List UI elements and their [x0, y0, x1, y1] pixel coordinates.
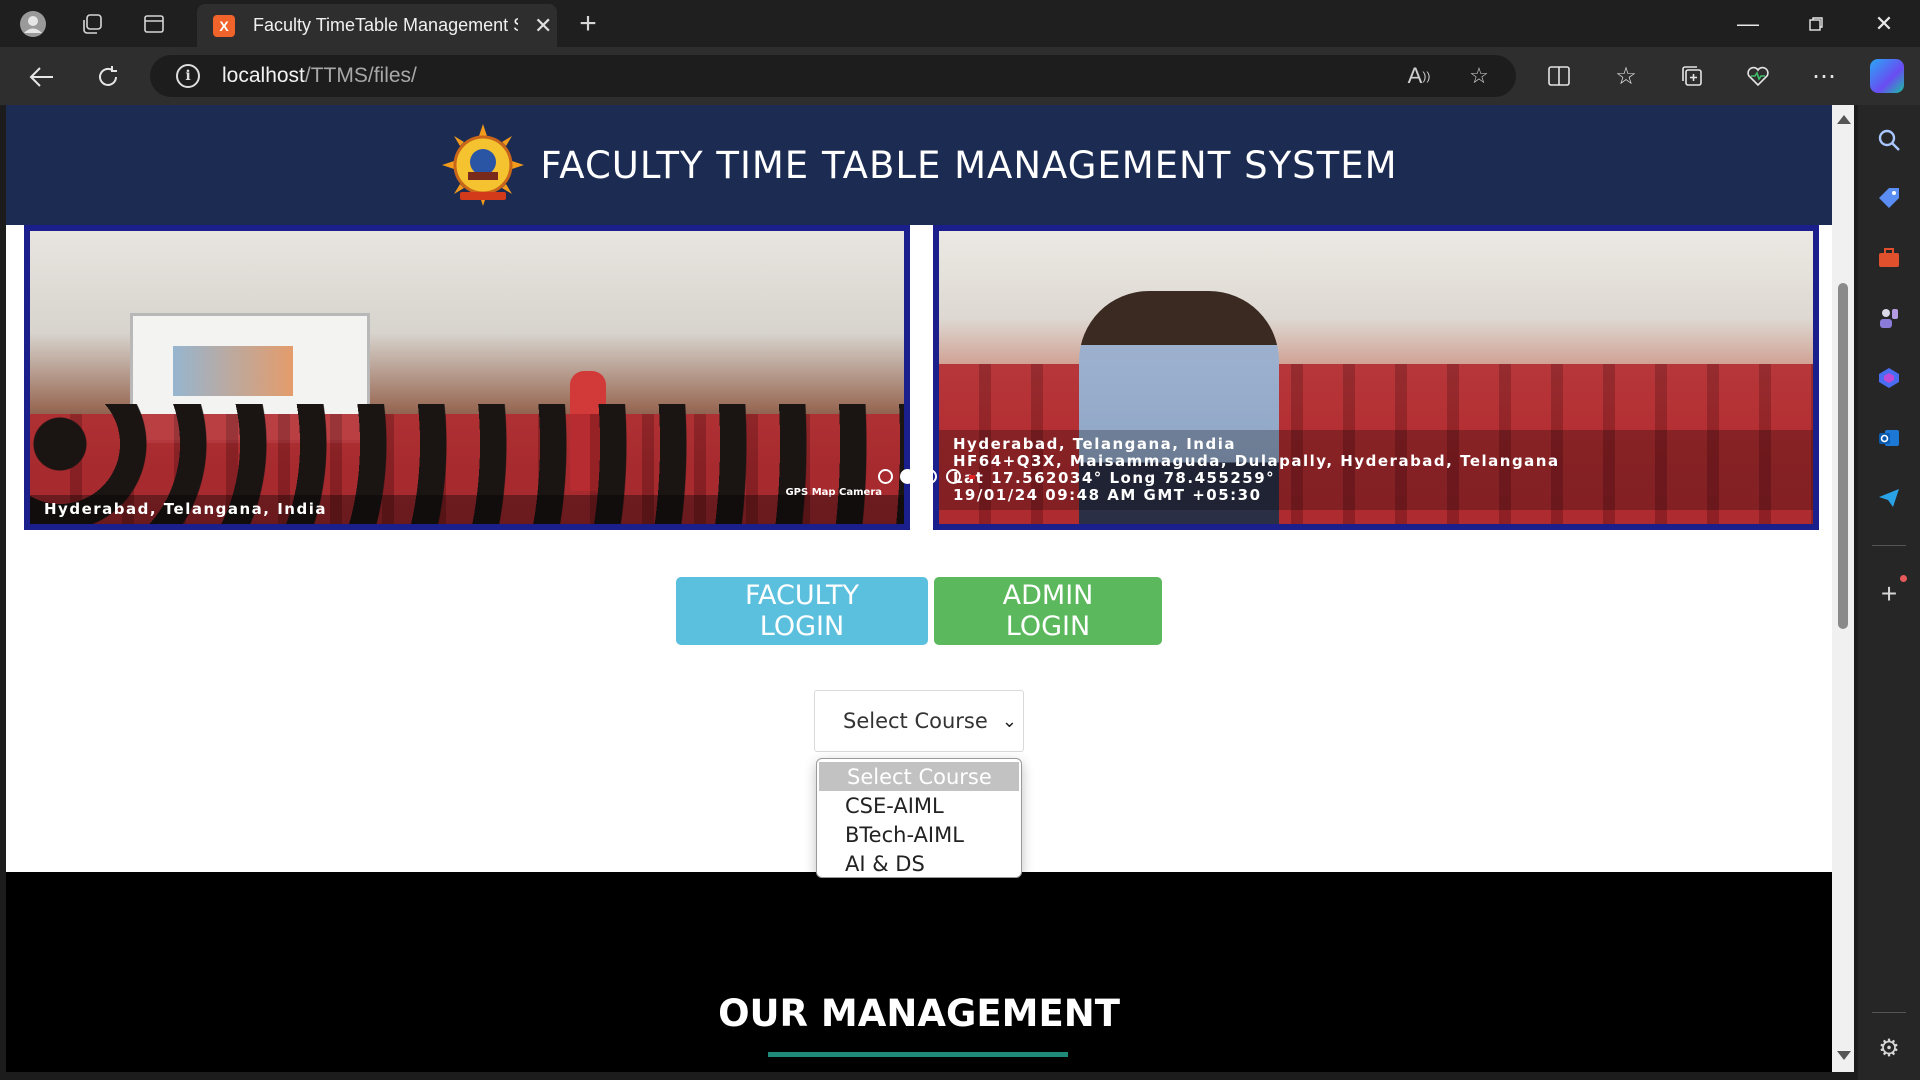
- copilot-icon[interactable]: [1870, 59, 1904, 93]
- carousel-indicator-2[interactable]: [900, 469, 915, 484]
- collections-icon[interactable]: [1675, 59, 1709, 93]
- course-option[interactable]: AI & DS: [817, 849, 1021, 878]
- scrollbar-thumb[interactable]: [1838, 283, 1848, 629]
- workspaces-icon[interactable]: [76, 8, 108, 40]
- course-option[interactable]: CSE-AIML: [817, 791, 1021, 820]
- new-tab-plus-icon[interactable]: +: [572, 7, 604, 40]
- profile-avatar-icon[interactable]: [17, 8, 49, 40]
- geotag-line: Lat 17.562034° Long 78.455259°: [953, 469, 1276, 487]
- geotag-line: HF64+Q3X, Maisammaguda, Dulapally, Hyder…: [953, 452, 1560, 470]
- page-scrollbar[interactable]: [1832, 105, 1854, 1072]
- browser-titlebar: X Faculty TimeTable Management S ✕ + — ✕: [0, 0, 1920, 47]
- geotag-line: Hyderabad, Telangana, India: [953, 435, 1236, 453]
- notification-dot: [1900, 575, 1907, 582]
- page-title: FACULTY TIME TABLE MANAGEMENT SYSTEM: [540, 143, 1398, 187]
- course-option[interactable]: Select Course: [819, 762, 1019, 791]
- carousel-indicator-4[interactable]: [946, 469, 961, 484]
- url-host: localhost: [222, 64, 305, 87]
- admin-login-button[interactable]: ADMIN LOGIN: [934, 577, 1162, 645]
- favorite-star-icon[interactable]: ☆: [1464, 61, 1494, 91]
- shopping-tag-icon[interactable]: [1872, 181, 1906, 215]
- faculty-login-button[interactable]: FACULTY LOGIN: [676, 577, 928, 645]
- restore-icon[interactable]: [1792, 8, 1840, 40]
- browser-tab-active[interactable]: X Faculty TimeTable Management S ✕: [197, 4, 557, 47]
- read-aloud-icon[interactable]: A)): [1404, 61, 1434, 91]
- slide-1-geotag: Hyderabad, Telangana, India: [30, 495, 904, 524]
- add-sidebar-app-plus-icon[interactable]: +: [1872, 577, 1906, 611]
- sidebar-divider: [1872, 545, 1906, 546]
- carousel-indicator-5[interactable]: [969, 475, 975, 479]
- favorites-icon[interactable]: ☆: [1609, 59, 1643, 93]
- split-screen-icon[interactable]: [1542, 59, 1576, 93]
- carousel-indicator-1[interactable]: [878, 469, 893, 484]
- chevron-down-icon: ⌄: [1001, 711, 1017, 732]
- search-icon[interactable]: [1872, 123, 1906, 157]
- minimize-icon[interactable]: —: [1724, 8, 1772, 40]
- browser-essentials-icon[interactable]: [1741, 59, 1775, 93]
- tools-briefcase-icon[interactable]: [1872, 241, 1906, 275]
- geotag-line: Hyderabad, Telangana, India: [44, 500, 327, 518]
- management-heading: OUR MANAGEMENT: [718, 992, 1120, 1035]
- url-path: /TTMS/files/: [304, 64, 417, 87]
- site-header: FACULTY TIME TABLE MANAGEMENT SYSTEM: [6, 105, 1832, 225]
- close-window-icon[interactable]: ✕: [1860, 8, 1908, 40]
- course-option[interactable]: BTech-AIML: [817, 820, 1021, 849]
- scroll-up-arrow-icon[interactable]: [1837, 115, 1851, 124]
- xampp-favicon-icon: X: [213, 14, 235, 37]
- carousel-slide-1: GPS Map Camera Hyderabad, Telangana, Ind…: [24, 225, 910, 530]
- browser-toolbar: i localhost/TTMS/files/ A)) ☆ ☆ ⋯: [0, 47, 1920, 105]
- edge-sidebar: + ⚙: [1858, 105, 1920, 1080]
- image-carousel[interactable]: GPS Map Camera Hyderabad, Telangana, Ind…: [6, 225, 1832, 530]
- heading-underline: [768, 1052, 1068, 1057]
- slide-2-geotag: Hyderabad, Telangana, India HF64+Q3X, Ma…: [939, 430, 1813, 510]
- carousel-slide-2: Hyderabad, Telangana, India HF64+Q3X, Ma…: [933, 225, 1819, 530]
- settings-gear-icon[interactable]: ⚙: [1872, 1031, 1906, 1065]
- carousel-indicator-3[interactable]: [922, 469, 937, 484]
- tab-title: Faculty TimeTable Management S: [253, 15, 518, 35]
- management-section: OUR MANAGEMENT: [6, 872, 1832, 1072]
- login-button-row: FACULTY LOGIN ADMIN LOGIN: [6, 577, 1832, 645]
- back-arrow-icon[interactable]: [24, 59, 60, 95]
- microsoft-365-icon[interactable]: [1872, 361, 1906, 395]
- sidebar-divider: [1872, 1012, 1906, 1013]
- course-select-value: Select Course: [843, 709, 988, 733]
- college-logo-icon: [440, 122, 526, 208]
- tab-actions-icon[interactable]: [138, 8, 170, 40]
- page-viewport: FACULTY TIME TABLE MANAGEMENT SYSTEM GPS…: [6, 105, 1832, 1072]
- more-options-icon[interactable]: ⋯: [1807, 59, 1841, 93]
- scroll-down-arrow-icon[interactable]: [1837, 1051, 1851, 1060]
- refresh-icon[interactable]: [90, 59, 126, 95]
- geotag-line: 19/01/24 09:48 AM GMT +05:30: [953, 486, 1262, 504]
- games-icon[interactable]: [1872, 301, 1906, 335]
- site-info-icon[interactable]: i: [176, 64, 200, 88]
- outlook-icon[interactable]: [1872, 421, 1906, 455]
- send-telegram-icon[interactable]: [1872, 481, 1906, 515]
- address-bar[interactable]: i localhost/TTMS/files/ A)) ☆: [150, 55, 1516, 97]
- close-tab-icon[interactable]: ✕: [534, 13, 552, 39]
- course-dropdown-list[interactable]: Select Course CSE-AIML BTech-AIML AI & D…: [816, 758, 1022, 878]
- course-select[interactable]: Select Course ⌄: [814, 690, 1024, 752]
